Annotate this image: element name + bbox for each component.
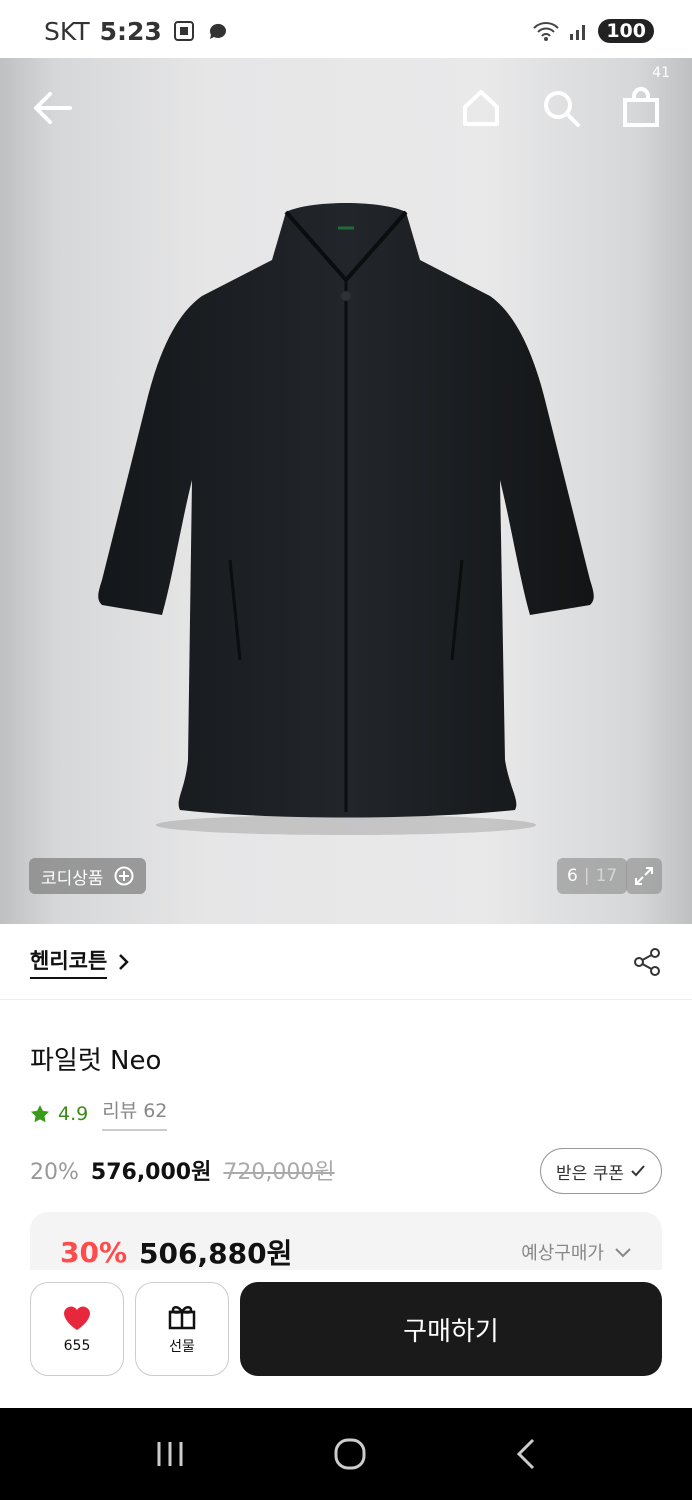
battery-indicator: 100 [598,19,654,43]
home-icon[interactable] [460,87,502,129]
image-total: 17 [595,866,618,886]
status-bar: SKT 5:23 100 [0,0,692,62]
signal-icon [570,25,586,40]
shopping-bag-icon [623,87,659,127]
screenshot-icon [173,21,194,41]
discount-percent: 20% [30,1160,79,1185]
gift-icon [168,1306,196,1330]
sale-price: 576,000원 [90,1160,212,1185]
rating-row: 4.9 리뷰 62 [30,1096,168,1131]
estimated-price: 506,880원 [139,1237,293,1270]
system-nav-bar [0,1408,692,1500]
home-nav-icon[interactable] [333,1437,367,1471]
star-icon [31,1104,49,1122]
back-arrow-icon[interactable] [30,86,74,130]
cart-count-badge: 41 [652,65,670,81]
recent-apps-icon[interactable] [154,1439,186,1469]
estimated-price-label: 예상구매가 [521,1243,604,1264]
codi-products-button[interactable]: 코디상품 [29,858,146,894]
like-count: 655 [63,1338,91,1354]
top-nav-actions: 41 [460,65,670,129]
cart-button[interactable]: 41 [620,65,670,129]
brand-link[interactable]: 헨리코튼 [30,945,108,979]
like-button[interactable]: 655 [30,1282,124,1376]
check-icon [631,1165,645,1177]
top-nav: 41 [0,58,692,158]
wifi-icon [533,22,560,41]
original-price: 720,000원 [223,1160,335,1185]
chat-icon [209,23,226,39]
buy-button[interactable]: 구매하기 [240,1282,662,1376]
gift-label: 선물 [169,1339,195,1355]
back-nav-icon[interactable] [514,1437,538,1471]
image-current: 6 [567,866,578,886]
product-gallery[interactable]: 41 코디상품 6 | 17 [0,58,692,924]
image-counter: 6 | 17 [557,858,628,894]
plus-circle-icon [114,866,134,886]
coupon-label: 받은 쿠폰 [556,1163,624,1184]
review-link[interactable]: 리뷰 62 [102,1096,168,1131]
product-image-coat [98,203,594,835]
price-row: 20% 576,000원 720,000원 [30,1154,335,1186]
bottom-action-bar: 655 선물 구매하기 [0,1270,692,1408]
status-right: 100 [532,19,654,43]
chevron-right-icon[interactable] [117,952,131,972]
rating-value: 4.9 [58,1102,89,1125]
image-separator: | [583,866,590,886]
expand-button[interactable] [626,858,662,894]
codi-products-label: 코디상품 [41,868,104,889]
product-title: 파일럿 Neo [30,1046,162,1076]
status-left: SKT 5:23 [44,17,230,46]
coupon-button[interactable]: 받은 쿠폰 [540,1148,662,1194]
gift-button[interactable]: 선물 [135,1282,229,1376]
carrier-label: SKT [44,16,90,46]
estimated-price-toggle[interactable]: 예상구매가 [521,1239,632,1265]
expand-icon [635,867,653,885]
clock: 5:23 [99,16,162,46]
chevron-down-icon [615,1248,631,1258]
share-icon[interactable] [632,947,662,977]
search-icon[interactable] [540,87,582,129]
estimated-discount: 30% [60,1235,128,1269]
heart-icon [64,1306,90,1330]
brand-row: 헨리코튼 [0,924,692,1000]
